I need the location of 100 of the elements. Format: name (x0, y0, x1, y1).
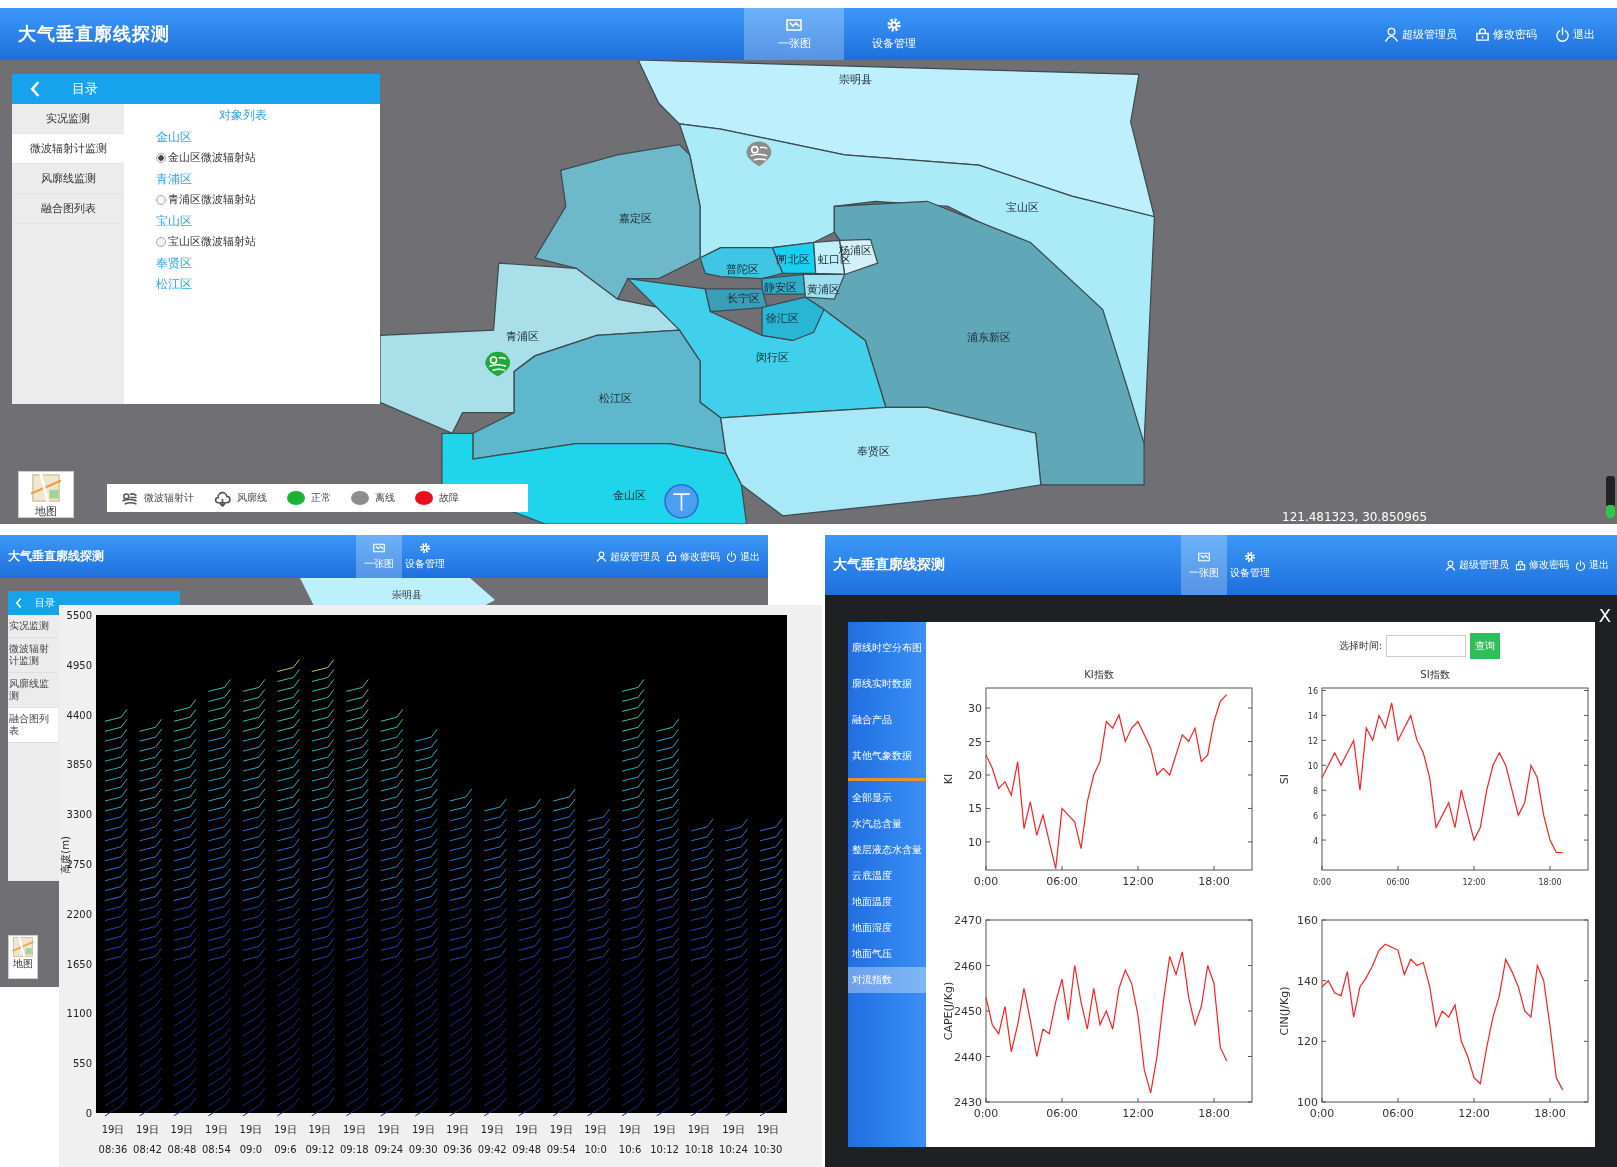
time-input-field[interactable] (1386, 635, 1466, 657)
nav-tab[interactable]: 一张图 (1181, 535, 1227, 595)
header-link[interactable]: 超级管理员 (1445, 558, 1509, 572)
map-button[interactable]: 地图 (8, 935, 38, 979)
tick-label: 120 (1297, 1035, 1318, 1049)
station-option[interactable]: 青浦区微波辐射站 (156, 192, 256, 208)
map-icon (786, 17, 802, 33)
tick-label: 09:12 (305, 1144, 335, 1155)
header-link[interactable]: 退出 (726, 549, 760, 564)
tick-label: 19日 (101, 1124, 125, 1135)
query-button[interactable]: 查询 (1470, 633, 1500, 659)
nav-tab[interactable]: 设备管理 (402, 535, 448, 578)
legend-label: 正常 (311, 491, 331, 505)
tick-label: 09:30 (408, 1144, 438, 1155)
user-icon (596, 551, 607, 562)
nav-item[interactable]: 微波辐射计监测 (8, 638, 58, 673)
nav-item[interactable]: 实况监测 (8, 615, 58, 638)
tick-label: 10 (1307, 762, 1318, 772)
station-option[interactable]: 宝山区微波辐射站 (156, 234, 256, 250)
power-icon (1555, 26, 1570, 42)
map-button[interactable]: 地图 (18, 471, 74, 518)
chevron-icon[interactable] (14, 596, 23, 610)
tick-label: 19日 (274, 1124, 297, 1135)
district-area[interactable] (761, 296, 825, 342)
group-link[interactable]: 松江区 (156, 276, 192, 292)
header-link[interactable]: 超级管理员 (1384, 26, 1457, 42)
header-link[interactable]: 修改密码 (1515, 558, 1569, 572)
header-link[interactable]: 修改密码 (1475, 26, 1537, 42)
tick-label: 08:36 (98, 1144, 128, 1155)
menu-item[interactable]: 整层液态水含量 (848, 837, 926, 863)
gear-icon (419, 542, 431, 554)
app-title: 大气垂直廓线探测 (17, 22, 170, 46)
chart-title: SI指数 (1420, 668, 1450, 682)
tick-label: 19日 (722, 1124, 745, 1135)
nav-tab[interactable]: 设备管理 (1227, 535, 1273, 595)
header-link[interactable]: 修改密码 (666, 549, 720, 564)
menu-item[interactable]: 其他气象数据 (848, 738, 926, 774)
tick-label: 12:00 (1458, 1107, 1490, 1120)
cloud-icon (214, 489, 231, 507)
nav-item[interactable]: 风廓线监测 (12, 164, 124, 194)
district-area[interactable] (379, 262, 681, 435)
menu-item[interactable]: 云底温度 (848, 863, 926, 889)
group-link[interactable]: 青浦区 (156, 171, 192, 187)
radio-button[interactable] (156, 195, 166, 205)
district-label: 徐汇区 (766, 310, 800, 325)
station-option[interactable]: 金山区微波辐射站 (156, 150, 256, 166)
catalog-title: 目录 (72, 80, 98, 98)
map-marker[interactable] (485, 351, 511, 377)
nav-tab[interactable]: 设备管理 (844, 8, 944, 60)
group-link[interactable]: 金山区 (156, 129, 192, 145)
menu-item[interactable]: 地面气压 (848, 941, 926, 967)
menu-item[interactable]: 全部显示 (848, 785, 926, 811)
chevron-icon[interactable] (28, 79, 42, 99)
district-area[interactable] (802, 273, 846, 300)
map-marker[interactable] (746, 141, 772, 167)
tick-label: 10:18 (684, 1144, 714, 1155)
nav-tab[interactable]: 一张图 (356, 535, 402, 578)
zoom-slider-fill[interactable] (1606, 505, 1615, 518)
menu-item[interactable]: 融合产品 (848, 702, 926, 738)
nav-tab[interactable]: 一张图 (744, 8, 844, 60)
radio-button[interactable] (156, 237, 166, 247)
nav-item[interactable]: 融合图列表 (8, 708, 58, 743)
header-link[interactable]: 退出 (1575, 558, 1609, 572)
nav-item[interactable]: 融合图列表 (12, 194, 124, 224)
district-label: 宝山区 (1005, 199, 1039, 214)
tick-label: 4400 (66, 709, 92, 721)
app-title: 大气垂直廓线探测 (832, 556, 945, 574)
tick-label: 09:42 (477, 1144, 507, 1155)
menu-item[interactable]: 地面湿度 (848, 915, 926, 941)
header-link[interactable]: 退出 (1555, 26, 1595, 42)
close-button[interactable]: X (1598, 605, 1611, 626)
tick-label: 100 (1297, 1096, 1318, 1109)
menu-item[interactable]: 廓线实时数据 (848, 666, 926, 702)
tick-label: 18:00 (1534, 1107, 1566, 1120)
menu-item[interactable]: 地面温度 (848, 889, 926, 915)
map-marker[interactable] (664, 484, 699, 519)
catalog-title: 目录 (35, 596, 55, 610)
menu-item[interactable]: 水汽总含量 (848, 811, 926, 837)
tick-label: 19日 (549, 1124, 573, 1135)
header-link[interactable]: 超级管理员 (596, 549, 660, 564)
district-area[interactable] (533, 143, 701, 301)
menu-item[interactable]: 对流指数 (848, 967, 926, 993)
district-area[interactable] (472, 329, 727, 460)
tick-label: 0:00 (1309, 1107, 1335, 1120)
radio-button[interactable] (156, 153, 166, 163)
district-area[interactable] (720, 406, 1042, 517)
tick-label: 0:00 (973, 1107, 999, 1120)
tick-label: 06:00 (1382, 1107, 1414, 1120)
nav-item[interactable]: 微波辐射计监测 (12, 134, 124, 164)
menu-item[interactable]: 廓线时空分布图 (848, 630, 926, 666)
tick-label: 12:00 (1122, 1107, 1154, 1120)
tick-label: 25 (968, 735, 982, 749)
group-link[interactable]: 宝山区 (156, 213, 192, 229)
tick-label: 19日 (618, 1124, 642, 1135)
tick-label: 19日 (515, 1124, 539, 1135)
group-link[interactable]: 奉贤区 (156, 255, 192, 271)
tick-label: 19日 (480, 1124, 504, 1135)
district-label: 浦东新区 (967, 330, 1012, 345)
tick-label: 14 (1307, 712, 1318, 722)
power-icon (1575, 559, 1586, 571)
